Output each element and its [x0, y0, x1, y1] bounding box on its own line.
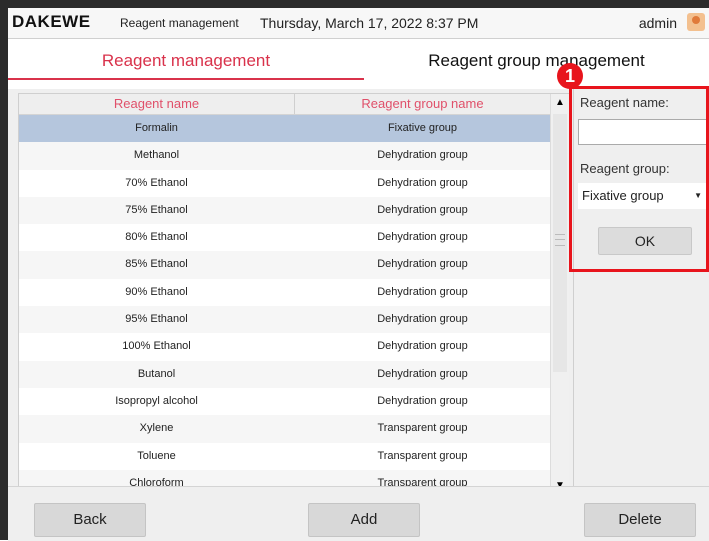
table-row[interactable]: 70% Ethanol Dehydration group — [19, 170, 550, 197]
reagent-name-cell: Butanol — [137, 367, 176, 380]
table-row[interactable]: Isopropyl alcohol Dehydration group — [19, 388, 550, 415]
reagent-name-cell: 80% Ethanol — [125, 231, 188, 244]
reagent-name-cell: Toluene — [137, 449, 176, 462]
reagent-group-cell: Transparent group — [377, 422, 468, 435]
scroll-up-arrow-icon[interactable]: ▲ — [551, 94, 569, 112]
reagent-name-cell: 90% Ethanol — [125, 285, 188, 298]
reagent-group-cell: Dehydration group — [377, 258, 468, 271]
reagent-name-cell: Formalin — [135, 122, 178, 134]
tab-reagent-group-management[interactable]: Reagent group management — [364, 39, 709, 89]
scrollbar-grip-icon — [555, 234, 565, 246]
back-button[interactable]: Back — [34, 503, 146, 537]
table-header: Reagent name Reagent group name — [19, 94, 550, 115]
reagent-group-cell: Dehydration group — [377, 203, 468, 216]
reagent-group-cell: Dehydration group — [377, 340, 468, 353]
delete-button[interactable]: Delete — [584, 503, 696, 537]
reagent-name-cell: Methanol — [133, 149, 180, 162]
tab-bar: Reagent management Reagent group managem… — [8, 39, 709, 89]
table-row[interactable]: Xylene Transparent group — [19, 415, 550, 443]
section-title: Reagent management — [120, 16, 239, 30]
user-name[interactable]: admin — [639, 15, 677, 31]
add-button[interactable]: Add — [308, 503, 420, 537]
tab-reagent-management[interactable]: Reagent management — [8, 39, 364, 89]
table-row[interactable]: 80% Ethanol Dehydration group — [19, 224, 550, 251]
table-row[interactable]: 95% Ethanol Dehydration group — [19, 306, 550, 334]
reagent-name-cell: 75% Ethanol — [125, 203, 188, 216]
table-row[interactable]: 100% Ethanol Dehydration group — [19, 333, 550, 360]
reagent-group-cell: Dehydration group — [377, 394, 468, 407]
reagent-group-cell: Dehydration group — [377, 176, 468, 189]
reagent-name-cell: 95% Ethanol — [125, 313, 188, 326]
app-logo: DAKEWE — [12, 12, 91, 31]
reagent-table: Reagent name Reagent group name Formalin… — [18, 93, 569, 498]
table-row[interactable]: 75% Ethanol Dehydration group — [19, 196, 550, 225]
reagent-name-cell: Isopropyl alcohol — [115, 394, 198, 407]
annotation-number-badge: 1 — [557, 63, 583, 89]
reagent-group-cell: Dehydration group — [377, 231, 468, 244]
column-header-reagent-name[interactable]: Reagent name — [19, 94, 295, 114]
table-row[interactable]: Butanol Dehydration group — [19, 360, 550, 388]
reagent-group-cell: Fixative group — [387, 122, 458, 134]
table-row[interactable]: Formalin Fixative group — [19, 115, 550, 143]
user-avatar-icon[interactable] — [687, 13, 705, 31]
reagent-name-cell: 85% Ethanol — [125, 258, 188, 271]
title-bar: DAKEWE Reagent management Thursday, Marc… — [8, 8, 709, 39]
scrollbar-thumb[interactable] — [553, 114, 567, 372]
table-body: Formalin Fixative group Methanol Dehydratio… — [19, 115, 550, 498]
datetime-display: Thursday, March 17, 2022 8:37 PM — [260, 15, 479, 31]
bottom-toolbar: Back Add Delete — [8, 486, 709, 541]
reagent-group-cell: Transparent group — [377, 449, 468, 462]
reagent-name-cell: 100% Ethanol — [122, 340, 191, 353]
reagent-name-cell: 70% Ethanol — [125, 176, 188, 189]
annotation-highlight-box — [569, 86, 709, 272]
table-row[interactable]: Methanol Dehydration group — [19, 142, 550, 170]
reagent-name-cell: Xylene — [139, 422, 174, 435]
table-row[interactable]: 85% Ethanol Dehydration group — [19, 251, 550, 279]
column-header-reagent-group-name[interactable]: Reagent group name — [295, 94, 550, 114]
reagent-group-cell: Dehydration group — [377, 285, 468, 298]
table-row[interactable]: 90% Ethanol Dehydration group — [19, 279, 550, 306]
reagent-group-cell: Dehydration group — [377, 149, 468, 162]
table-row[interactable]: Toluene Transparent group — [19, 443, 550, 470]
reagent-group-cell: Dehydration group — [377, 367, 468, 380]
table-scrollbar[interactable]: ▲ ▼ — [550, 94, 569, 495]
reagent-group-cell: Dehydration group — [377, 313, 468, 326]
